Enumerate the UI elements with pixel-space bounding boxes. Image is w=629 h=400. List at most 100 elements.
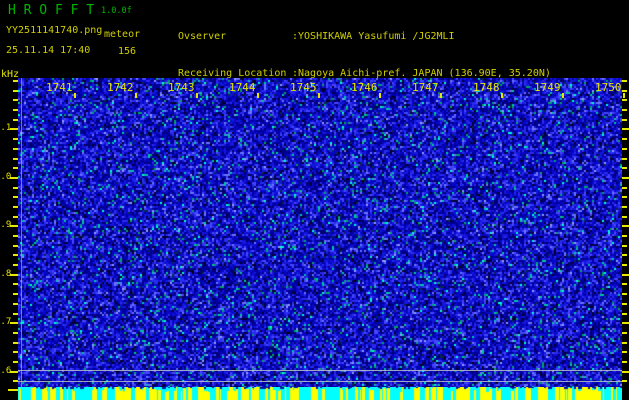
freq-tick-minor	[622, 341, 627, 344]
session-datetime: 25.11.14 17:40	[6, 45, 91, 56]
time-label: 1743	[168, 81, 195, 94]
freq-tick-major	[622, 176, 629, 179]
freq-tick-minor	[13, 99, 18, 102]
freq-tick-minor	[622, 283, 627, 286]
freq-tick-minor	[13, 293, 18, 296]
freq-tick-minor	[13, 361, 18, 363]
info-value: :YOSHIKAWA Yasufumi /JG2MLI	[292, 31, 455, 43]
freq-tick-label: 0.6	[0, 365, 12, 376]
freq-tick-minor	[622, 380, 627, 383]
output-filename: YY2511141740.png	[6, 25, 103, 36]
freq-tick-major	[10, 370, 18, 373]
freq-tick-minor	[622, 109, 627, 112]
freq-tick-minor	[13, 215, 18, 218]
freq-tick-major	[10, 273, 18, 276]
freq-tick-minor	[13, 167, 18, 170]
freq-tick-major	[10, 176, 18, 179]
freq-tick-minor	[13, 341, 18, 344]
freq-tick-minor	[622, 244, 627, 247]
freq-tick-major	[10, 322, 18, 325]
freq-tick-minor	[13, 351, 18, 354]
app-version: 1.0.0f	[101, 6, 132, 16]
activity-strip-canvas	[18, 387, 622, 400]
strip-left-marker	[8, 389, 18, 391]
echo-count: 156	[118, 46, 137, 57]
freq-tick-major	[622, 128, 629, 131]
hrofft-screen: H R O F F T 1.0.0f YY2511141740.png mete…	[0, 0, 629, 400]
mode-label: meteor	[104, 29, 141, 40]
freq-tick-minor	[622, 293, 627, 296]
freq-tick-minor	[622, 147, 627, 150]
freq-tick-minor	[622, 196, 627, 199]
freq-tick-minor	[622, 118, 627, 121]
time-tick	[135, 93, 137, 98]
freq-tick-minor	[13, 205, 18, 208]
freq-tick-minor	[13, 244, 18, 247]
time-tick	[257, 93, 259, 98]
freq-axis-unit: kHz	[1, 69, 20, 80]
freq-tick-minor	[622, 205, 627, 208]
freq-tick-minor	[622, 351, 627, 354]
freq-tick-minor	[622, 138, 627, 141]
freq-tick-minor	[13, 254, 18, 257]
freq-tick-minor	[13, 264, 18, 267]
freq-tick-minor	[622, 331, 627, 334]
freq-tick-minor	[622, 312, 627, 315]
freq-tick-major	[622, 370, 629, 373]
app-title: H R O F F T	[8, 3, 95, 18]
time-tick	[196, 93, 198, 98]
time-label: 1749	[534, 81, 561, 94]
freq-tick-minor	[622, 264, 627, 267]
freq-tick-minor	[13, 302, 18, 305]
time-tick	[501, 93, 503, 98]
time-label: 1746	[351, 81, 378, 94]
freq-tick-major	[622, 322, 629, 325]
freq-tick-minor	[622, 215, 627, 218]
spectrogram-canvas	[18, 78, 622, 387]
info-row-observer: Ovserver:YOSHIKAWA Yasufumi /JG2MLI	[178, 31, 551, 43]
freq-tick-minor	[622, 302, 627, 305]
freq-tick-label: 0.7	[0, 317, 12, 328]
freq-tick-label: 1.1	[0, 123, 12, 134]
freq-tick-minor	[13, 89, 18, 92]
freq-tick-minor	[622, 99, 627, 102]
time-tick	[318, 93, 320, 98]
time-label: 1744	[229, 81, 256, 94]
freq-tick-minor	[622, 89, 627, 92]
freq-tick-minor	[13, 235, 18, 238]
freq-tick-minor	[13, 109, 18, 112]
freq-tick-minor	[13, 186, 18, 189]
freq-tick-label: 0.8	[0, 268, 12, 279]
freq-tick-label: 1.0	[0, 171, 12, 182]
freq-tick-minor	[13, 80, 18, 82]
freq-tick-major	[622, 225, 629, 228]
time-tick	[562, 93, 564, 98]
freq-tick-minor	[13, 147, 18, 150]
freq-tick-minor	[622, 157, 627, 160]
ref-line-horizontal	[18, 369, 622, 371]
time-label: 1748	[473, 81, 500, 94]
freq-tick-minor	[622, 80, 627, 82]
freq-tick-minor	[622, 361, 627, 363]
time-label: 1745	[290, 81, 317, 94]
time-tick	[440, 93, 442, 98]
time-label: 1750	[595, 81, 622, 94]
time-tick	[74, 93, 76, 98]
freq-tick-minor	[622, 254, 627, 257]
freq-tick-minor	[13, 196, 18, 199]
time-label: 1741	[46, 81, 73, 94]
freq-tick-minor	[13, 138, 18, 141]
time-label: 1742	[107, 81, 134, 94]
freq-tick-major	[10, 225, 18, 228]
freq-tick-major	[10, 128, 18, 131]
freq-tick-minor	[13, 157, 18, 160]
ref-line-vertical	[21, 78, 22, 387]
freq-tick-major	[622, 273, 629, 276]
freq-tick-label: 0.9	[0, 220, 12, 231]
freq-tick-minor	[13, 118, 18, 121]
time-label: 1747	[412, 81, 439, 94]
freq-tick-minor	[13, 331, 18, 334]
freq-tick-minor	[13, 283, 18, 286]
freq-tick-minor	[13, 312, 18, 315]
freq-tick-minor	[622, 186, 627, 189]
